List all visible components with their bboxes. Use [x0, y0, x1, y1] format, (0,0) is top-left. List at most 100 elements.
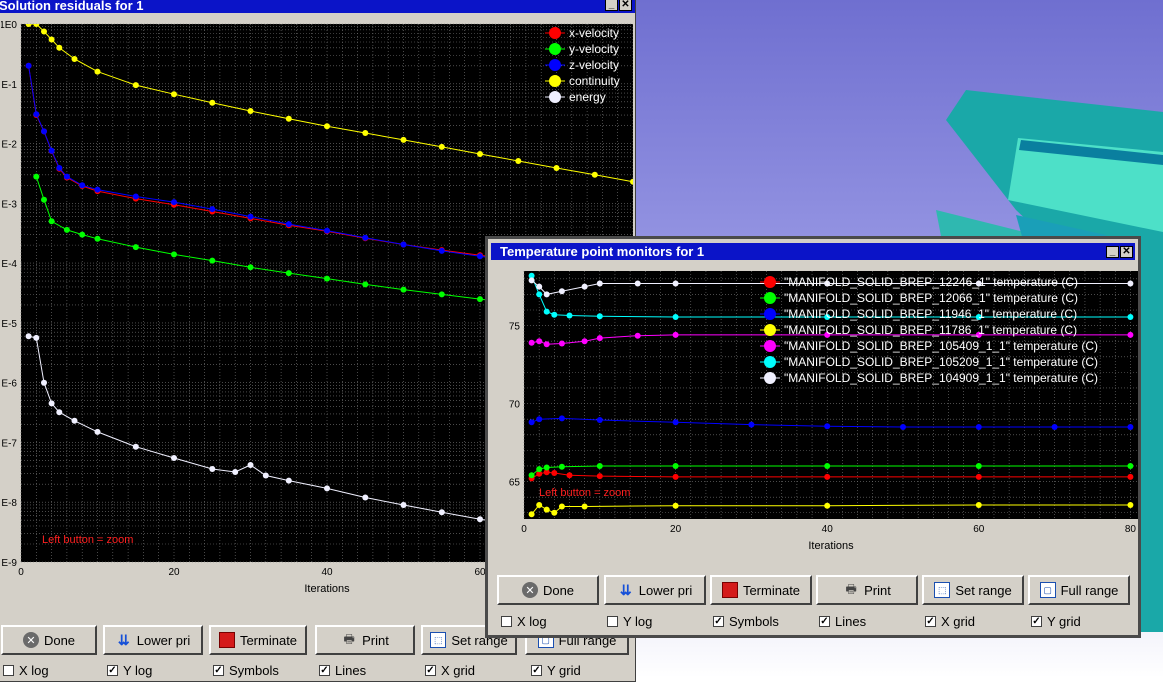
ygrid-checkbox[interactable]: ✓ Y grid [531, 662, 581, 678]
data-point [975, 502, 982, 508]
legend-entry: "MANIFOLD_SOLID_BREP_11786_1" temperatur… [784, 323, 1077, 337]
data-point [209, 466, 216, 472]
data-point [400, 241, 407, 248]
data-point [171, 251, 177, 258]
data-point [25, 24, 32, 27]
lines-check-box[interactable]: ✓ [819, 615, 830, 627]
data-point [528, 419, 535, 426]
data-point [285, 270, 292, 277]
data-point [324, 227, 330, 234]
monitor-chart[interactable]: 65 70 75 0 20 40 60 80 Iterations Left button = z… [494, 265, 1138, 571]
done-button[interactable]: ✕ Done [1, 625, 97, 655]
print-button[interactable]: 🖶 Print [315, 625, 415, 655]
symbols-label: Symbols [229, 662, 279, 678]
x-tick-label: 60 [973, 524, 985, 535]
minimize-button[interactable]: _ [1106, 246, 1119, 258]
xgrid-check-box[interactable]: ✓ [425, 664, 436, 676]
xlog-checkbox[interactable]: X log [501, 613, 547, 629]
print-button[interactable]: 🖶 Print [816, 575, 918, 605]
x-tick-label: 20 [168, 567, 180, 578]
data-point [171, 455, 177, 461]
ylog-check-box[interactable] [607, 615, 618, 627]
data-point [975, 473, 982, 480]
symbols-check-box[interactable]: ✓ [713, 615, 724, 627]
data-point [543, 464, 550, 471]
data-point [1127, 473, 1134, 480]
lines-checkbox[interactable]: ✓ Lines [819, 613, 866, 629]
set-range-button[interactable]: ⬚ Set range [922, 575, 1024, 605]
ygrid-check-box[interactable]: ✓ [531, 664, 542, 676]
close-button[interactable]: ✕ [1120, 246, 1133, 258]
y-tick-label: 1E-8 [1, 498, 17, 509]
legend-symbol [549, 75, 561, 87]
printer-icon: 🖶 [845, 581, 857, 596]
data-point [285, 221, 292, 228]
data-point [581, 283, 588, 290]
done-button[interactable]: ✕ Done [497, 575, 599, 605]
y-tick-label: 70 [509, 400, 521, 411]
data-point [324, 485, 330, 492]
residuals-title-bar[interactable]: Solution residuals for 1 [0, 0, 635, 13]
y-tick-label: 65 [509, 478, 521, 489]
x-tick-label: 20 [670, 524, 682, 535]
xlog-check-box[interactable] [3, 664, 14, 676]
data-point [362, 494, 369, 501]
data-point [975, 424, 982, 430]
y-tick-label: 1E-4 [1, 259, 17, 270]
data-point [596, 417, 603, 423]
lines-checkbox[interactable]: ✓ Lines [319, 662, 366, 678]
legend-entry: energy [569, 90, 606, 104]
monitor-title-bar[interactable]: Temperature point monitors for 1 [491, 243, 1135, 260]
ylog-checkbox[interactable]: ✓ Y log [107, 662, 152, 678]
xgrid-checkbox[interactable]: ✓ X grid [925, 613, 975, 629]
data-point [536, 416, 543, 423]
symbols-check-box[interactable]: ✓ [213, 664, 224, 676]
data-point [25, 62, 32, 69]
lines-check-box[interactable]: ✓ [319, 664, 330, 676]
xlog-label: X log [517, 613, 547, 629]
ygrid-check-box[interactable]: ✓ [1031, 615, 1042, 627]
symbols-checkbox[interactable]: ✓ Symbols [213, 662, 279, 678]
data-point [558, 415, 565, 422]
y-tick-label: 1E-9 [1, 558, 17, 569]
full-range-button[interactable]: ▢ Full range [1028, 575, 1130, 605]
lower-priority-button[interactable]: ⇊ Lower pri [604, 575, 706, 605]
y-tick-label: 1E-1 [1, 80, 17, 91]
close-button[interactable]: ✕ [619, 0, 632, 11]
double-chevron-down-icon: ⇊ [619, 581, 632, 598]
monitor-plot[interactable]: 65 70 75 0 20 40 60 80 Iterations Left button = z… [494, 265, 1138, 571]
ygrid-checkbox[interactable]: ✓ Y grid [1031, 613, 1081, 629]
legend-symbol [764, 372, 776, 384]
xlog-check-box[interactable] [501, 615, 512, 627]
data-point [634, 332, 641, 339]
ylog-checkbox[interactable]: Y log [607, 613, 652, 629]
data-point [41, 28, 47, 35]
ylog-check-box[interactable]: ✓ [107, 664, 118, 676]
monitor-title: Temperature point monitors for 1 [500, 244, 705, 259]
xgrid-check-box[interactable]: ✓ [925, 615, 936, 627]
legend-symbol [764, 340, 776, 352]
data-point [438, 509, 445, 516]
lower-priority-button[interactable]: ⇊ Lower pri [103, 625, 203, 655]
data-point [536, 502, 543, 508]
data-point [477, 296, 483, 303]
terminate-button[interactable]: Terminate [710, 575, 812, 605]
data-point [48, 147, 55, 154]
set-range-icon: ⬚ [430, 632, 447, 648]
lower-label: Lower pri [638, 582, 693, 598]
data-point [209, 99, 216, 106]
set-range-label: Set range [955, 582, 1012, 598]
data-point [41, 196, 47, 203]
data-point [543, 291, 550, 298]
legend: "MANIFOLD_SOLID_BREP_12246_1" temperatur… [760, 275, 1098, 385]
data-point [71, 56, 78, 62]
ygrid-label: Y grid [1047, 613, 1081, 629]
xgrid-checkbox[interactable]: ✓ X grid [425, 662, 475, 678]
symbols-checkbox[interactable]: ✓ Symbols [713, 613, 779, 629]
data-point [558, 288, 565, 295]
legend-entry: "MANIFOLD_SOLID_BREP_11946_1" temperatur… [784, 307, 1077, 321]
xlog-checkbox[interactable]: X log [3, 662, 49, 678]
data-point [824, 502, 831, 509]
terminate-button[interactable]: Terminate [209, 625, 307, 655]
minimize-button[interactable]: _ [605, 0, 618, 11]
